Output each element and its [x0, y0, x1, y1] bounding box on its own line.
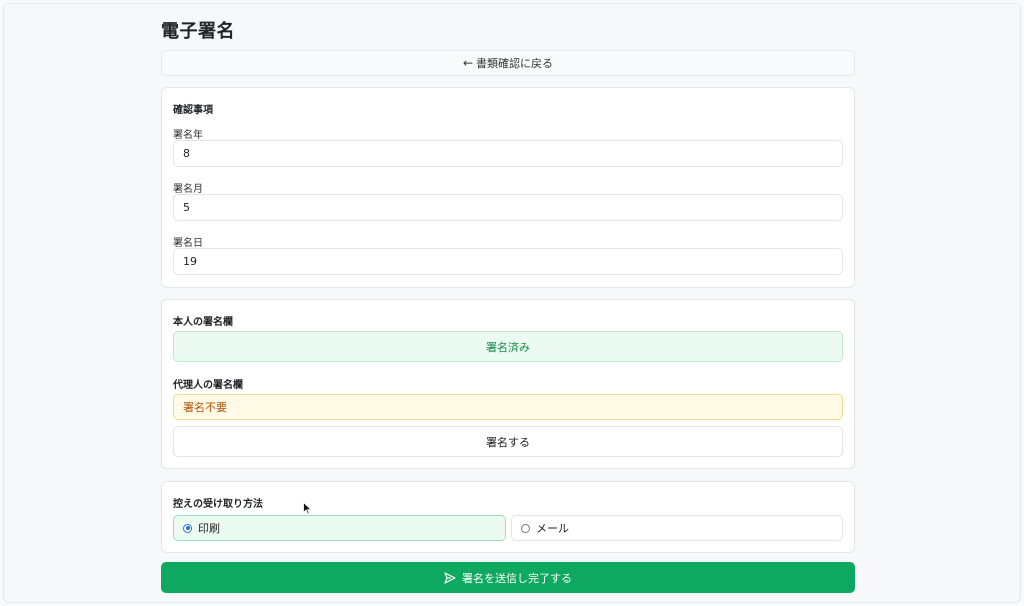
radio-print-label: 印刷	[198, 522, 220, 535]
copy-method-title: 控えの受け取り方法	[173, 499, 263, 510]
radio-print-option[interactable]: 印刷	[173, 515, 506, 541]
agent-signature-label: 代理人の署名欄	[173, 380, 243, 391]
sign-month-label: 署名月	[173, 184, 203, 195]
page-title: 電子署名	[161, 21, 235, 42]
radio-unchecked-icon	[521, 523, 530, 533]
submit-signature-button[interactable]: 署名を送信し完了する	[161, 562, 855, 593]
radio-email-option[interactable]: メール	[511, 515, 843, 541]
back-button-label: 書類確認に戻る	[476, 57, 554, 70]
sign-button[interactable]: 署名する	[173, 426, 843, 457]
submit-button-label: 署名を送信し完了する	[462, 571, 572, 585]
send-icon	[444, 571, 456, 584]
sign-day-label: 署名日	[173, 238, 203, 249]
sign-day-input[interactable]: 19	[173, 248, 843, 275]
confirm-section-title: 確認事項	[173, 105, 213, 116]
sign-year-input[interactable]: 8	[173, 140, 843, 167]
arrow-left-icon: ←	[462, 56, 474, 70]
agent-unneeded-status: 署名不要	[173, 394, 843, 420]
radio-checked-icon	[183, 523, 192, 533]
radio-email-label: メール	[536, 522, 569, 535]
sign-month-input[interactable]: 5	[173, 194, 843, 221]
copy-method-card: 控えの受け取り方法 印刷 メール	[161, 481, 855, 553]
principal-signed-status: 署名済み	[173, 331, 843, 362]
principal-signature-label: 本人の署名欄	[173, 317, 233, 328]
back-to-document-button[interactable]: ← 書類確認に戻る	[161, 50, 855, 76]
sign-year-label: 署名年	[173, 130, 203, 141]
signature-card: 本人の署名欄 署名済み 代理人の署名欄 署名不要 署名する	[161, 299, 855, 469]
mouse-cursor-icon	[303, 500, 313, 519]
confirm-card: 確認事項 署名年 8 署名月 5 署名日 19	[161, 87, 855, 288]
